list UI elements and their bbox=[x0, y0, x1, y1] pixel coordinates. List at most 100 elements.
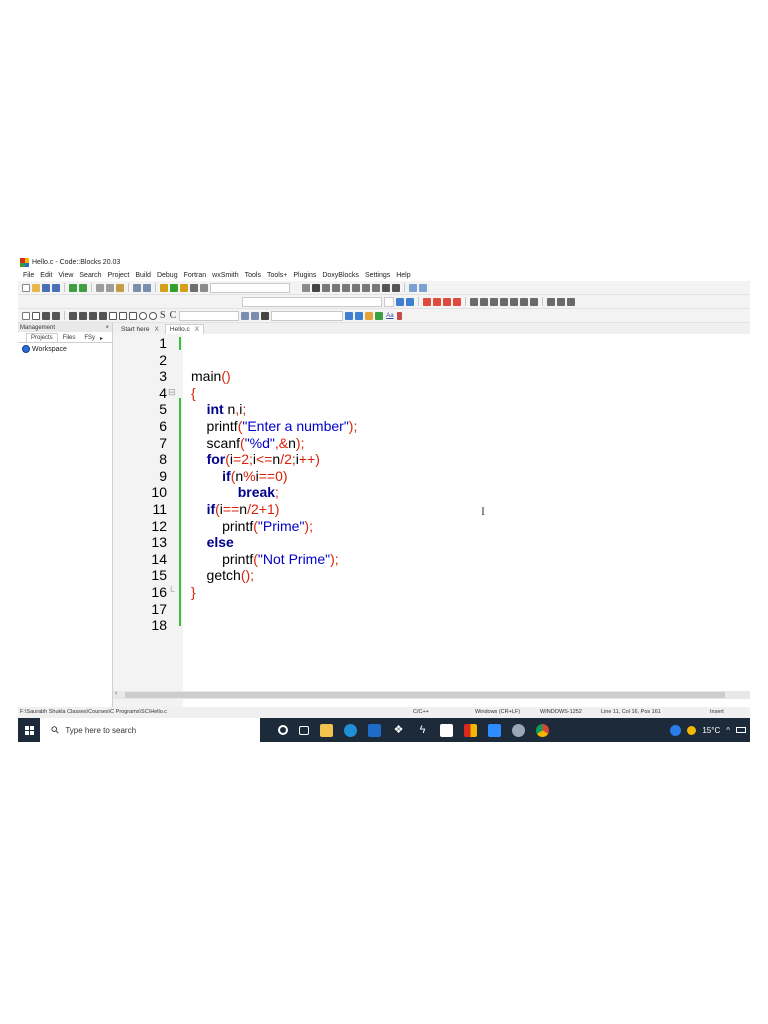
code-line[interactable]: getch(); bbox=[191, 567, 255, 584]
search-settings-icon[interactable] bbox=[251, 311, 260, 320]
chrome-icon[interactable] bbox=[536, 723, 549, 737]
menu-wxsmith[interactable]: wxSmith bbox=[209, 272, 241, 279]
fold-marker-icon[interactable]: ⊟ bbox=[168, 387, 176, 398]
replace-icon[interactable] bbox=[143, 283, 151, 292]
lightning-app-icon[interactable]: ϟ bbox=[416, 724, 429, 737]
line-comment-icon[interactable] bbox=[500, 297, 508, 306]
run-icon[interactable] bbox=[170, 283, 178, 292]
tabs-scroll-arrow-icon[interactable]: ▸ bbox=[100, 335, 103, 342]
code-line[interactable]: if(i==n/2+1) bbox=[191, 501, 280, 518]
cortana-icon[interactable] bbox=[278, 725, 288, 735]
menu-help[interactable]: Help bbox=[393, 272, 413, 279]
highlight-icon[interactable] bbox=[365, 311, 374, 320]
battery-icon[interactable] bbox=[736, 727, 746, 733]
undo-icon[interactable] bbox=[69, 283, 77, 292]
code-line[interactable]: printf("Not Prime"); bbox=[191, 551, 339, 568]
open-icon[interactable] bbox=[32, 283, 40, 292]
match-case-button[interactable]: Aa bbox=[385, 313, 394, 319]
widget-box7-icon[interactable] bbox=[129, 311, 137, 320]
codeblocks-taskbar-icon[interactable] bbox=[464, 723, 477, 737]
cut-icon[interactable] bbox=[96, 283, 104, 292]
code-line[interactable]: { bbox=[191, 385, 196, 402]
scroll-left-icon[interactable]: ‹ bbox=[115, 690, 117, 697]
debug-window-icon[interactable] bbox=[302, 283, 310, 292]
compiler-select[interactable] bbox=[271, 310, 344, 321]
code-line[interactable]: for(i=2;i<=n/2;i++) bbox=[191, 451, 320, 468]
bookmark-toggle-icon[interactable] bbox=[423, 297, 431, 306]
menu-settings[interactable]: Settings bbox=[362, 272, 393, 279]
run-to-cursor-icon[interactable] bbox=[322, 283, 330, 292]
wx-c-button[interactable]: C bbox=[169, 310, 178, 321]
menu-edit[interactable]: Edit bbox=[37, 272, 55, 279]
amazon-icon[interactable] bbox=[440, 723, 453, 737]
widget-box1-icon[interactable] bbox=[69, 311, 77, 320]
management-close-icon[interactable]: × bbox=[105, 325, 109, 331]
rebuild-icon[interactable] bbox=[190, 283, 198, 292]
settings-app-icon[interactable] bbox=[512, 723, 525, 737]
menu-fortran[interactable]: Fortran bbox=[181, 272, 210, 279]
copy-icon[interactable] bbox=[106, 283, 114, 292]
stop-build-icon[interactable] bbox=[200, 283, 208, 292]
run-html-icon[interactable] bbox=[510, 297, 518, 306]
menu-plugins[interactable]: Plugins bbox=[290, 272, 319, 279]
run-chm-icon[interactable] bbox=[520, 297, 528, 306]
menu-tools[interactable]: Tools bbox=[242, 272, 264, 279]
tab-close-icon[interactable]: X bbox=[155, 326, 159, 333]
save-all-icon[interactable] bbox=[52, 283, 60, 292]
menu-doxyblocks[interactable]: DoxyBlocks bbox=[319, 272, 362, 279]
debug-run-icon[interactable] bbox=[312, 283, 320, 292]
tab-close-icon[interactable]: X bbox=[195, 326, 199, 333]
build-gear-icon[interactable] bbox=[160, 283, 168, 292]
menu-build[interactable]: Build bbox=[132, 272, 154, 279]
regex-icon[interactable] bbox=[396, 311, 402, 320]
fortran-jump-icon[interactable] bbox=[547, 297, 555, 306]
symbol-select[interactable] bbox=[384, 296, 394, 307]
taskbar-search[interactable]: ⚲ Type here to search bbox=[40, 718, 260, 742]
menu-search[interactable]: Search bbox=[76, 272, 104, 279]
paste-icon[interactable] bbox=[116, 283, 124, 292]
tray-expand-icon[interactable]: ^ bbox=[726, 726, 730, 735]
widget-grid-icon[interactable] bbox=[52, 311, 60, 320]
widget-frame-icon[interactable] bbox=[32, 311, 40, 320]
tab-projects[interactable]: Projects bbox=[26, 333, 58, 342]
code-line[interactable]: else bbox=[191, 534, 234, 551]
fortran-forward-icon[interactable] bbox=[567, 297, 575, 306]
next-instruction-icon[interactable] bbox=[362, 283, 370, 292]
debug-windows-icon[interactable] bbox=[409, 283, 417, 292]
code-line[interactable]: printf("Prime"); bbox=[191, 518, 313, 535]
widget-panel-icon[interactable] bbox=[42, 311, 50, 320]
pointer-icon[interactable] bbox=[22, 311, 30, 320]
widget-box5-icon[interactable] bbox=[109, 311, 117, 320]
code-line[interactable]: } bbox=[191, 584, 196, 601]
code-line[interactable]: if(n%i==0) bbox=[191, 468, 287, 485]
stop-debug-icon[interactable] bbox=[392, 283, 400, 292]
redo-icon[interactable] bbox=[79, 283, 87, 292]
tab-fsymbols[interactable]: FSy bbox=[80, 334, 99, 342]
help-icon[interactable] bbox=[670, 724, 682, 736]
zoom-out-icon[interactable] bbox=[149, 311, 157, 320]
dropbox-icon[interactable]: ❖ bbox=[392, 724, 405, 737]
code-line[interactable]: printf("Enter a number"); bbox=[191, 418, 358, 435]
jump-forward-icon[interactable] bbox=[406, 297, 414, 306]
save-icon[interactable] bbox=[42, 283, 50, 292]
zoom-in-icon[interactable] bbox=[139, 311, 147, 320]
menu-view[interactable]: View bbox=[55, 272, 76, 279]
doxy-extract-icon[interactable] bbox=[480, 297, 488, 306]
config-icon[interactable] bbox=[530, 297, 538, 306]
step-out-icon[interactable] bbox=[352, 283, 360, 292]
tab-hello-c[interactable]: Hello.c X bbox=[164, 324, 205, 334]
step-into-icon[interactable] bbox=[342, 283, 350, 292]
menu-debug[interactable]: Debug bbox=[154, 272, 181, 279]
block-comment-icon[interactable] bbox=[490, 297, 498, 306]
widget-box3-icon[interactable] bbox=[89, 311, 97, 320]
nav-back-icon[interactable] bbox=[345, 311, 354, 320]
bookmark-prev-icon[interactable] bbox=[433, 297, 441, 306]
find-selected-icon[interactable] bbox=[375, 311, 384, 320]
code-content[interactable]: I main(){ int n,i; printf("Enter a numbe… bbox=[183, 334, 750, 707]
code-completion-select[interactable] bbox=[242, 296, 382, 307]
code-line[interactable]: scanf("%d",&n); bbox=[191, 435, 305, 452]
menu-tools-plus[interactable]: Tools+ bbox=[264, 272, 290, 279]
compiler-icon[interactable] bbox=[261, 311, 270, 320]
bookmark-clear-icon[interactable] bbox=[453, 297, 461, 306]
step-instruction-icon[interactable] bbox=[372, 283, 380, 292]
